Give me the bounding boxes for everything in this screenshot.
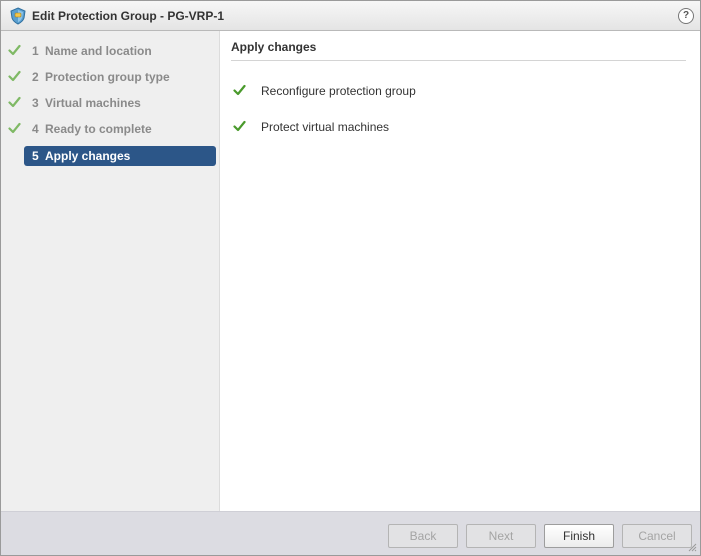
- checkmark-icon: [8, 96, 21, 108]
- step-virtual-machines[interactable]: 3 Virtual machines: [1, 93, 220, 113]
- step-ready-to-complete[interactable]: 4 Ready to complete: [1, 119, 220, 139]
- step-number: 1: [32, 44, 39, 58]
- resize-grip-icon[interactable]: [688, 543, 697, 552]
- step-label: Name and location: [45, 44, 152, 58]
- task-label: Reconfigure protection group: [261, 84, 416, 98]
- task-protect-virtual-machines: Protect virtual machines: [231, 118, 671, 136]
- step-number: 5: [32, 149, 39, 163]
- page-title: Apply changes: [231, 40, 317, 54]
- dialog-footer: Back Next Finish Cancel: [1, 511, 700, 555]
- cancel-button[interactable]: Cancel: [622, 524, 692, 548]
- dialog-title: Edit Protection Group - PG-VRP-1: [32, 9, 225, 23]
- next-button[interactable]: Next: [466, 524, 536, 548]
- dialog-titlebar[interactable]: Edit Protection Group - PG-VRP-1 ?: [1, 1, 700, 31]
- edit-protection-group-dialog: Edit Protection Group - PG-VRP-1 ? 1 Nam…: [0, 0, 701, 556]
- step-label: Protection group type: [45, 70, 170, 84]
- task-label: Protect virtual machines: [261, 120, 390, 134]
- title-divider: [231, 60, 686, 61]
- finish-button[interactable]: Finish: [544, 524, 614, 548]
- task-reconfigure-protection-group: Reconfigure protection group: [231, 82, 671, 100]
- wizard-steps-sidebar: 1 Name and location 2 Protection group t…: [1, 31, 220, 511]
- checkmark-icon: [8, 70, 21, 82]
- step-label: Ready to complete: [45, 122, 152, 136]
- checkmark-icon: [233, 84, 246, 96]
- step-apply-changes[interactable]: 5 Apply changes: [1, 146, 220, 166]
- help-icon[interactable]: ?: [678, 8, 694, 24]
- protection-group-shield-icon: [10, 7, 26, 25]
- step-label: Virtual machines: [45, 96, 141, 110]
- step-number: 4: [32, 122, 39, 136]
- checkmark-icon: [8, 44, 21, 56]
- step-label: Apply changes: [45, 149, 131, 163]
- wizard-content-panel: Apply changes Reconfigure protection gro…: [221, 31, 700, 511]
- step-name-and-location[interactable]: 1 Name and location: [1, 41, 220, 61]
- step-number: 2: [32, 70, 39, 84]
- step-number: 3: [32, 96, 39, 110]
- back-button[interactable]: Back: [388, 524, 458, 548]
- checkmark-icon: [8, 122, 21, 134]
- checkmark-icon: [233, 120, 246, 132]
- step-protection-group-type[interactable]: 2 Protection group type: [1, 67, 220, 87]
